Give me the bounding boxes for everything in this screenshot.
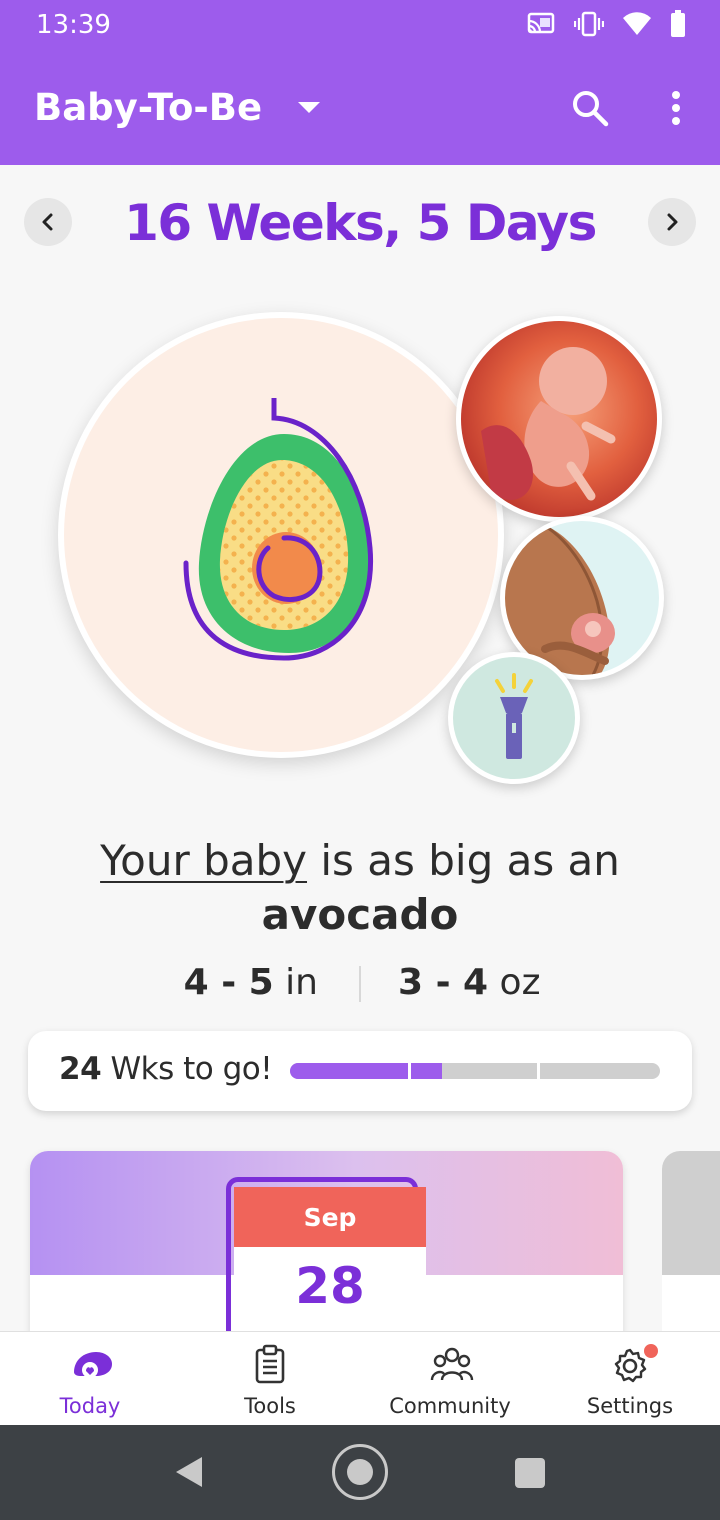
weeks-left-suffix: Wks to go! — [101, 1051, 273, 1087]
recent-apps-icon[interactable] — [515, 1458, 545, 1488]
your-baby-link[interactable]: Your baby — [100, 836, 307, 885]
week-navigator: 16 Weeks, 5 Days — [0, 190, 720, 260]
weight-measure: 3 - 4 oz — [398, 962, 540, 1003]
tip-thumbnail[interactable] — [448, 652, 580, 784]
cast-icon — [527, 12, 555, 34]
avocado-icon — [183, 398, 374, 661]
search-icon[interactable] — [570, 88, 610, 128]
nav-community[interactable]: Community — [360, 1332, 540, 1426]
system-navigation-bar — [0, 1425, 720, 1520]
weeks-to-go-text: 24 Wks to go! — [59, 1051, 273, 1087]
due-date-card[interactable]: Sep 28 — [30, 1151, 623, 1351]
bottom-navigation: Today Tools Community Settings — [0, 1331, 720, 1425]
nav-settings[interactable]: Settings — [540, 1332, 720, 1426]
size-comparison-illustration[interactable] — [58, 312, 504, 758]
trimester-marker — [537, 1063, 540, 1079]
app-title: Baby-To-Be — [34, 86, 263, 129]
nav-tools[interactable]: Tools — [180, 1332, 360, 1426]
weight-value: 3 - 4 — [398, 962, 489, 1003]
nav-today-label: Today — [59, 1394, 121, 1418]
calendar-day: 28 — [295, 1257, 365, 1315]
next-card-peek[interactable] — [662, 1151, 720, 1351]
wifi-icon — [623, 12, 651, 36]
people-icon — [430, 1347, 474, 1381]
nav-settings-label: Settings — [586, 1394, 674, 1418]
illustration-background — [64, 318, 498, 752]
fruit-name: avocado — [261, 890, 459, 939]
flashlight-icon — [495, 673, 533, 759]
progress-bar — [290, 1063, 660, 1079]
nav-community-label: Community — [389, 1394, 511, 1418]
week-title: 16 Weeks, 5 Days — [124, 194, 597, 252]
home-icon[interactable] — [332, 1444, 388, 1500]
measurements: 4 - 5 in 3 - 4 oz — [0, 962, 720, 1012]
belly-icon — [505, 521, 615, 675]
calendar-month: Sep — [234, 1187, 426, 1247]
nav-tools-label: Tools — [244, 1394, 296, 1418]
vibrate-icon — [574, 11, 604, 37]
back-icon[interactable] — [174, 1455, 204, 1489]
app-header: 13:39 Baby-To-Be — [0, 0, 720, 165]
size-text-middle: is as big as an — [307, 836, 620, 885]
progress-fill — [290, 1063, 442, 1079]
previous-week-button[interactable] — [24, 198, 72, 246]
length-measure: 4 - 5 in — [184, 962, 318, 1003]
weeks-left-value: 24 — [59, 1051, 102, 1087]
nav-today[interactable]: Today — [0, 1332, 180, 1426]
length-value: 4 - 5 — [183, 962, 274, 1003]
weight-unit: oz — [488, 962, 541, 1003]
battery-icon — [671, 10, 685, 37]
pregnancy-progress-card[interactable]: 24 Wks to go! — [28, 1031, 692, 1111]
trimester-marker — [408, 1063, 411, 1079]
length-unit: in — [273, 962, 318, 1003]
dropdown-caret-icon[interactable] — [298, 102, 321, 113]
next-week-button[interactable] — [648, 198, 696, 246]
size-comparison-text: Your baby is as big as an — [0, 836, 720, 885]
more-vert-icon[interactable] — [666, 90, 686, 126]
settings-notification-badge — [642, 1342, 660, 1360]
calendar-icon: Sep 28 — [234, 1187, 426, 1351]
baby-today-icon — [74, 1352, 112, 1378]
status-icons — [526, 10, 686, 38]
status-time: 13:39 — [36, 10, 111, 40]
clipboard-icon — [255, 1344, 285, 1384]
chevron-left-icon — [42, 213, 53, 231]
measure-divider — [359, 966, 361, 1002]
fetus-icon — [481, 347, 616, 501]
app-switcher[interactable]: Baby-To-Be — [34, 86, 321, 129]
fetus-image-thumbnail[interactable] — [456, 316, 662, 522]
card-banner — [662, 1151, 720, 1275]
chevron-right-icon — [667, 213, 678, 231]
